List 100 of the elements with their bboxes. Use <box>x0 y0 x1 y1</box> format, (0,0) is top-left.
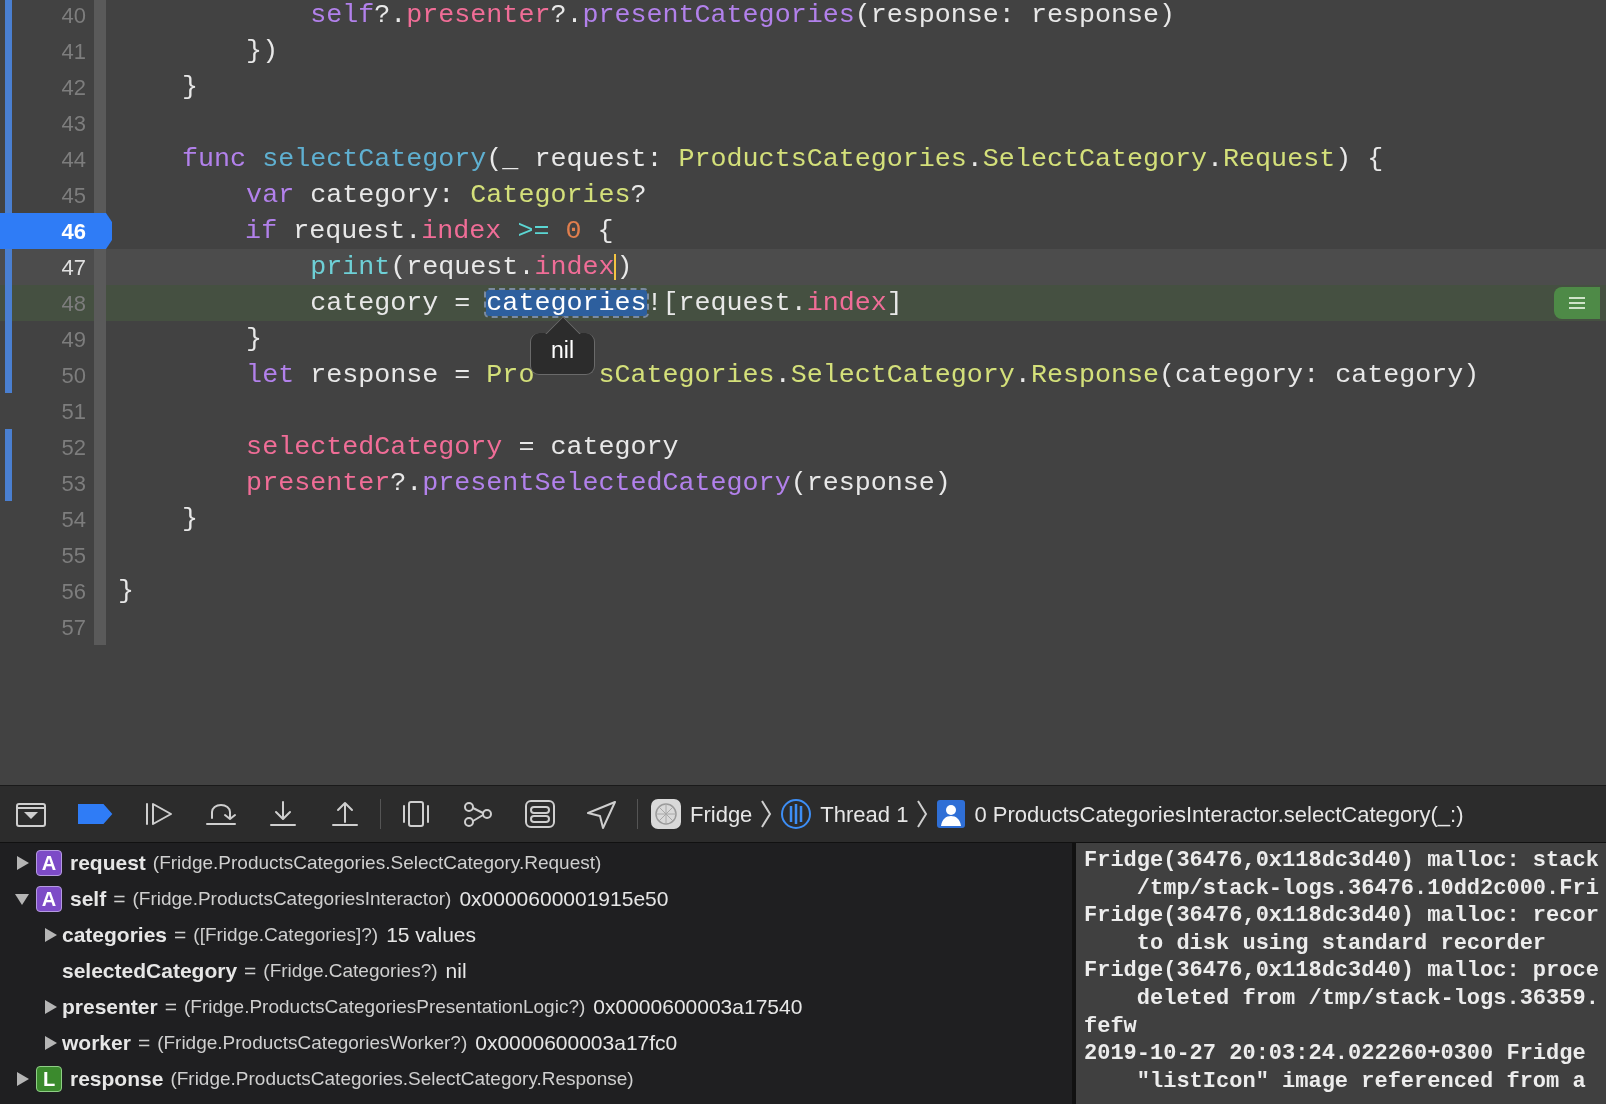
disclosure-triangle[interactable] <box>42 1035 58 1051</box>
code-token: (request. <box>390 253 535 281</box>
breadcrumb-item[interactable]: Thread 1 <box>820 797 909 831</box>
code-token: request. <box>292 217 422 245</box>
code-token: category: <box>309 181 456 209</box>
code-token: let <box>245 361 295 389</box>
variable-row[interactable]: worker = (Fridge.ProductsCategoriesWorker?) 0x0000600003a17fc0 <box>0 1025 1072 1061</box>
code-token: . <box>966 145 983 173</box>
code-token: (category: category) <box>1159 361 1480 389</box>
environment-overrides-icon <box>522 798 558 830</box>
code-token: ?. <box>550 1 583 29</box>
disclosure-triangle[interactable] <box>14 855 30 871</box>
breadcrumb-item[interactable]: Fridge <box>690 797 753 831</box>
console-line: to disk using standard recorder <box>1135 930 1547 956</box>
variable-name: presenter <box>62 994 158 1021</box>
breakpoint-marker[interactable]: 46 <box>0 213 112 249</box>
variable-type: (Fridge.ProductsCategoriesPresentationLogic?) <box>184 994 586 1019</box>
code-token: ?. <box>374 1 407 29</box>
breadcrumb-item[interactable]: 0 ProductsCategoriesInteractor.selectCategory(_:) <box>974 797 1464 831</box>
variable-type: (Fridge.ProductsCategoriesInteractor) <box>132 886 452 911</box>
line-number: 45 <box>60 181 86 210</box>
variable-name: response <box>70 1066 164 1093</box>
code-token: } <box>245 325 263 353</box>
variable-type: ([Fridge.Categories]?) <box>193 922 379 947</box>
variable-value: 0x0000600003a17fc0 <box>475 1030 678 1057</box>
code-token: index <box>534 253 617 281</box>
code-token: selectCategory <box>262 145 487 173</box>
variable-row[interactable]: selectedCategory = (Fridge.Categories?) nil <box>0 953 1072 989</box>
console-line: deleted from /tmp/stack-logs.36359. <box>1135 985 1599 1011</box>
code-token: index <box>806 289 887 317</box>
variable-name: selectedCategory <box>62 958 238 985</box>
code-token: { <box>596 217 614 245</box>
code-token: categories <box>486 289 647 317</box>
code-token: (response: response) <box>854 1 1176 29</box>
line-number: 43 <box>60 109 86 138</box>
variable-name: self <box>70 886 107 913</box>
console-line: 2019-10-27 20:03:24.022260+0300 Fridge <box>1084 1041 1586 1067</box>
code-token: ) <box>616 253 633 281</box>
line-number: 55 <box>60 541 86 570</box>
line-number: 40 <box>60 1 86 30</box>
assign-sign: = <box>113 886 126 913</box>
code-token: response = <box>309 361 472 389</box>
variable-name: worker <box>62 1030 131 1057</box>
console-line: "listIcon" image referenced from a <box>1135 1068 1586 1094</box>
code-token: Response <box>1030 361 1159 389</box>
code-token: ?. <box>390 469 423 497</box>
code-token: SelectCategory <box>982 145 1208 173</box>
disclosure-triangle[interactable] <box>14 1071 30 1087</box>
code-token: presentSelectedCategory <box>422 469 791 497</box>
variable-value: 15 values <box>386 922 477 949</box>
app-icon <box>650 798 682 830</box>
variable-kind-badge: A <box>36 886 62 912</box>
variable-kind-badge: L <box>36 1066 62 1092</box>
code-token: Categories <box>470 181 631 209</box>
code-token: . <box>1207 145 1224 173</box>
assign-sign: = <box>137 1030 151 1057</box>
console-line: Fridge(36476,0x118dc3d40) malloc: proce <box>1084 958 1599 984</box>
code-token: self <box>309 1 375 29</box>
variable-row[interactable]: L response (Fridge.ProductsCategories.SelectCategory.Response) <box>0 1061 1072 1097</box>
code-token: index <box>421 217 502 245</box>
line-number: 49 <box>60 325 86 354</box>
line-number: 50 <box>60 361 86 390</box>
code-token: >= <box>516 217 551 245</box>
disclosure-triangle[interactable] <box>42 999 58 1015</box>
line-number: 57 <box>60 613 86 642</box>
line-number: 54 <box>60 505 86 534</box>
console-line: Fridge(36476,0x118dc3d40) malloc: stack <box>1084 848 1599 873</box>
chevron-icon <box>916 799 929 829</box>
line-number: 51 <box>60 397 86 426</box>
variable-name: categories <box>62 922 168 949</box>
line-number: 44 <box>60 145 86 174</box>
assign-sign: = <box>174 922 187 949</box>
code-token: } <box>118 577 134 605</box>
stack-frame-icon <box>936 799 967 829</box>
code-token: . <box>774 361 791 389</box>
code-token: SelectCategory <box>790 361 1015 389</box>
code-token: ![request. <box>646 289 807 317</box>
line-number: 52 <box>60 433 86 462</box>
chevron-icon <box>760 799 773 829</box>
code-token: selectedCategory <box>245 433 503 461</box>
code-token: Request <box>1223 145 1336 173</box>
disclosure-triangle[interactable] <box>14 891 30 907</box>
disclosure-triangle[interactable] <box>42 927 58 943</box>
variable-kind-badge: A <box>36 850 62 876</box>
code-token: ProductsCategories <box>678 145 967 173</box>
instruction-pointer-marker[interactable] <box>1554 287 1600 319</box>
code-token: 0 <box>565 217 582 245</box>
variable-row[interactable]: A self = (Fridge.ProductsCategoriesInteractor) 0x0000600001915e50 <box>0 881 1072 917</box>
variable-row[interactable]: categories = ([Fridge.Categories]?) 15 values <box>0 917 1072 953</box>
code-token: (response) <box>790 469 951 497</box>
code-token: . <box>1014 361 1031 389</box>
variable-value: 0x0000600003a17540 <box>593 994 803 1021</box>
variable-row[interactable]: presenter = (Fridge.ProductsCategoriesPresentationLogic?) 0x0000600003a17540 <box>0 989 1072 1025</box>
variable-row[interactable]: A request (Fridge.ProductsCategories.SelectCategory.Request) <box>0 845 1072 881</box>
variable-type: (Fridge.ProductsCategoriesWorker?) <box>157 1030 468 1055</box>
code-token: } <box>181 505 199 533</box>
code-token: func <box>181 145 248 173</box>
code-token: sCategories <box>598 361 775 389</box>
code-token: (_ request: <box>486 145 664 173</box>
console-line: fefw <box>1084 1013 1137 1039</box>
